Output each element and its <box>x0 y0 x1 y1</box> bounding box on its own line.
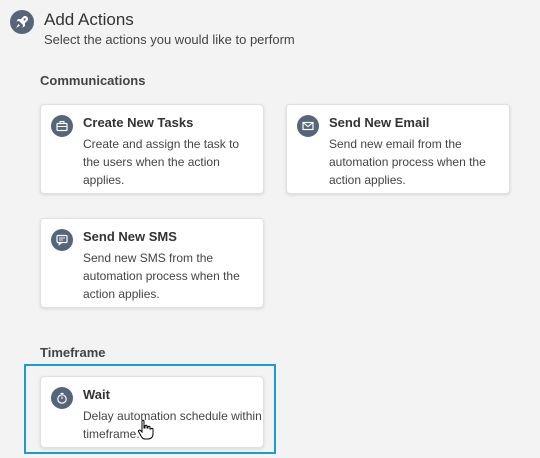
action-card-create-new-tasks[interactable]: Create New Tasks Create and assign the t… <box>40 104 264 194</box>
card-description: Send new email from the automation proce… <box>329 137 486 187</box>
envelope-icon <box>297 115 319 137</box>
section-label-communications: Communications <box>40 73 146 88</box>
card-description: Send new SMS from the automation process… <box>83 251 240 301</box>
section-label-timeframe: Timeframe <box>40 345 106 360</box>
briefcase-icon <box>51 115 73 137</box>
card-title: Send New Email <box>329 115 430 130</box>
card-description: Create and assign the task to the users … <box>83 137 240 187</box>
card-title: Send New SMS <box>83 229 177 244</box>
page-subtitle: Select the actions you would like to per… <box>44 32 295 47</box>
sms-icon <box>51 229 73 251</box>
stopwatch-icon <box>51 387 73 409</box>
card-title: Create New Tasks <box>83 115 194 130</box>
hand-pointer-icon <box>137 419 155 446</box>
card-title: Wait <box>83 387 110 402</box>
rocket-icon <box>10 10 34 34</box>
action-card-send-new-email[interactable]: Send New Email Send new email from the a… <box>286 104 510 194</box>
action-card-send-new-sms[interactable]: Send New SMS Send new SMS from the autom… <box>40 218 264 308</box>
card-description: Delay automation schedule within timefra… <box>83 409 262 441</box>
page-title: Add Actions <box>44 10 134 29</box>
